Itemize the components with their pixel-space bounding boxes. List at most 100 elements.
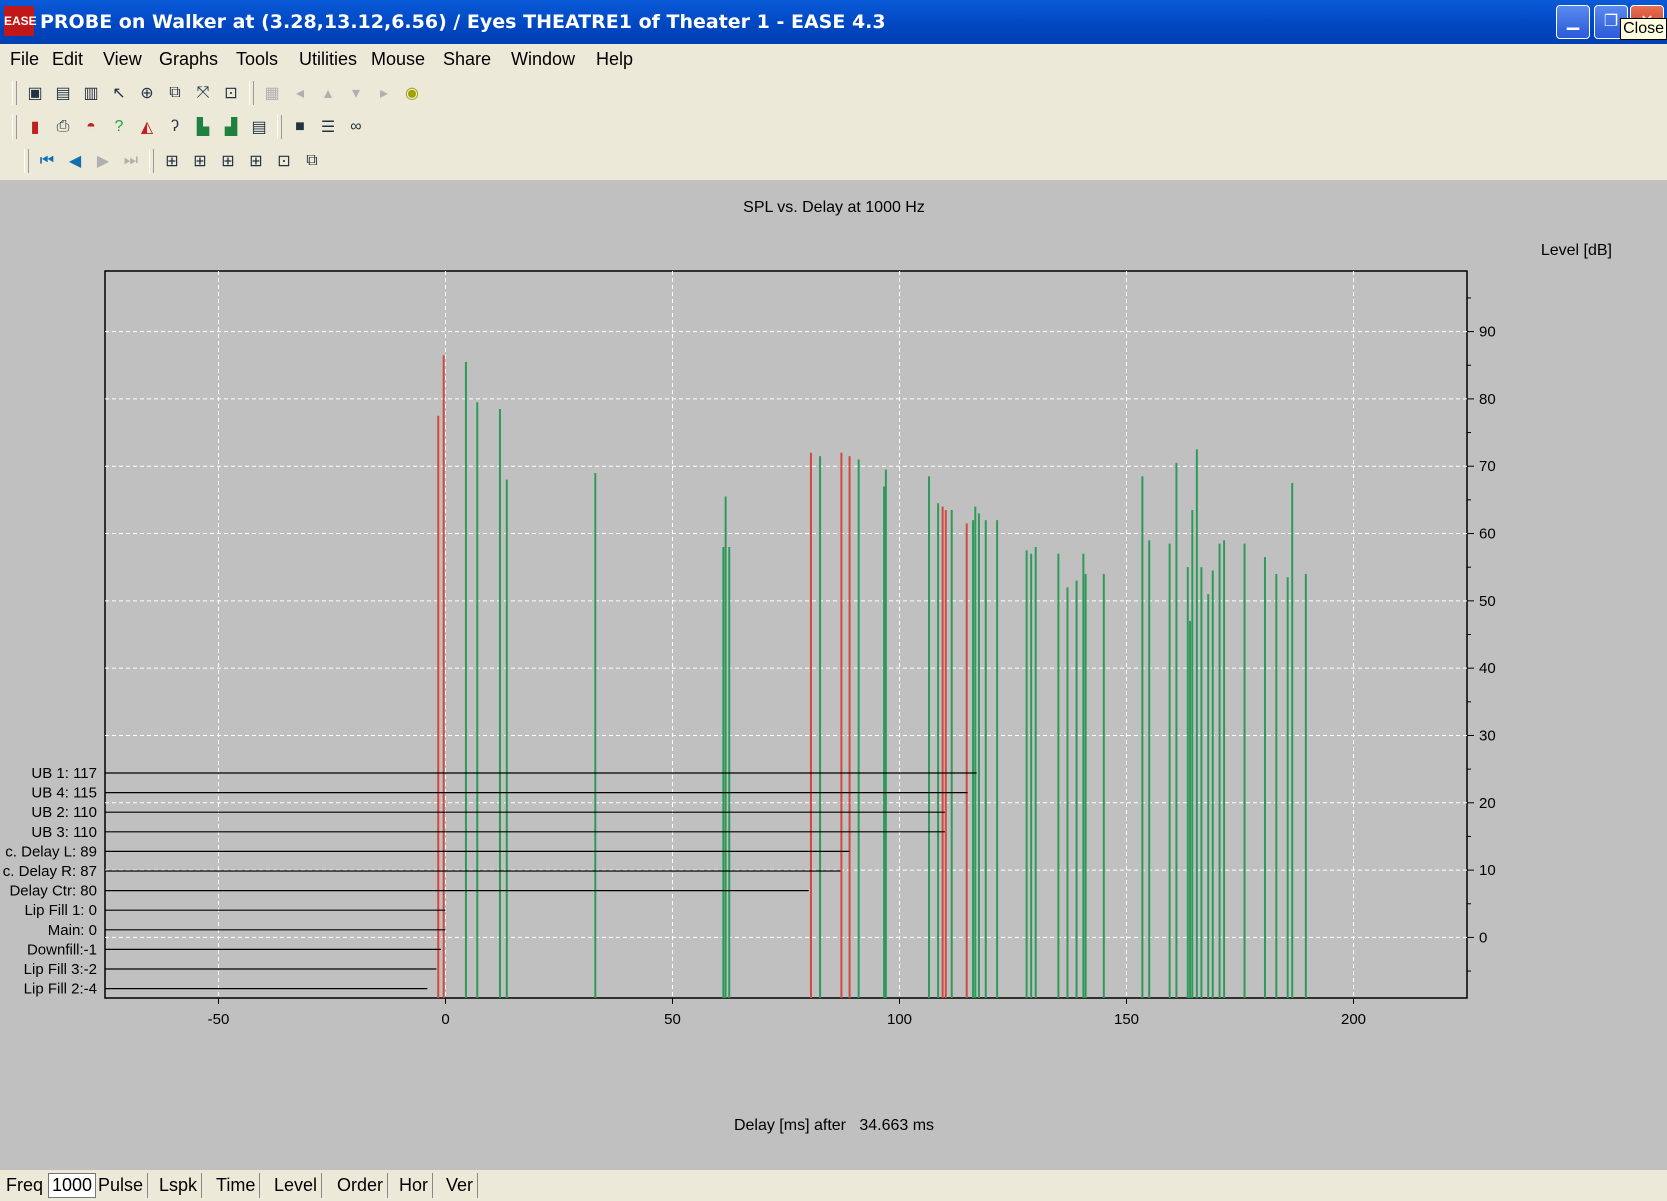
forward-icon[interactable]: ▶ (92, 150, 114, 172)
tile-2-icon[interactable]: ⊞ (189, 150, 211, 172)
grid-disabled-icon[interactable]: ▦ (261, 82, 283, 104)
target-icon[interactable]: ◉ (401, 82, 423, 104)
menu-bar: File Edit View Graphs Tools Utilities Mo… (0, 44, 1667, 74)
y-tick-label: 10 (1479, 862, 1496, 879)
first-icon[interactable]: ⏮ (36, 150, 58, 172)
source-label: Lip Fill 2:-4 (24, 981, 97, 998)
y-tick-label: 80 (1479, 391, 1496, 408)
crosshair-icon[interactable]: ⊕ (136, 82, 158, 104)
window-title: PROBE on Walker at (3.28,13.12,6.56) / E… (40, 11, 886, 33)
infinity-icon[interactable]: ∞ (345, 116, 367, 138)
menu-window[interactable]: Window (511, 44, 575, 74)
toolbar-row-1: ▣ ▤ ▥ ↖ ⊕ ⧉ ⤧ ⊡ ▦ ◂ ▴ ▾ ▸ ◉ (8, 78, 426, 108)
menu-help[interactable]: Help (596, 44, 633, 74)
last-icon[interactable]: ⏭ (120, 150, 142, 172)
pointer-icon[interactable]: ↖ (108, 82, 130, 104)
toolbar-grip[interactable] (24, 149, 29, 173)
copy-icon[interactable]: ⧉ (164, 82, 186, 104)
toolbar-row-2: ▮ ⎙ ◓? ◭ ʔ ▙ ▟ ▤ ■ ☰ ∞ (8, 112, 370, 142)
down-disabled-icon[interactable]: ▾ (345, 82, 367, 104)
toolbar-grip[interactable] (12, 81, 17, 105)
cap-icon[interactable]: ◓ (80, 116, 102, 138)
menu-share[interactable]: Share (443, 44, 491, 74)
graph-window: SPL vs. Delay at 1000 Hz Level [dB] Dela… (0, 180, 1667, 1170)
source-label: UB 1: 117 (31, 765, 97, 782)
tab-time[interactable]: Time (212, 1173, 261, 1198)
ease-app-icon[interactable]: EASE (4, 6, 37, 36)
zoom-out-icon[interactable]: ⤧ (192, 82, 214, 104)
y-tick-label: 60 (1479, 526, 1496, 543)
menu-view[interactable]: View (103, 44, 142, 74)
menu-utilities[interactable]: Utilities (299, 44, 357, 74)
left-disabled-icon[interactable]: ◂ (289, 82, 311, 104)
x-tick-label: 100 (887, 1011, 912, 1028)
tab-hor[interactable]: Hor (395, 1173, 434, 1198)
question-icon[interactable]: ? (108, 116, 130, 138)
settings-icon[interactable]: ☰ (317, 116, 339, 138)
toolbar-separator (249, 81, 254, 105)
toolbar-area: ▣ ▤ ▥ ↖ ⊕ ⧉ ⤧ ⊡ ▦ ◂ ▴ ▾ ▸ ◉ ▮ ⎙ ◓? ◭ ʔ ▙ ▟ ▤ ■ ☰ ∞ ⏮ ◀ ▶ ⏭ ⊞ ⊞ ⊞ ⊞ ⊡ ⧉ (0, 74, 1667, 180)
bar-chart-icon[interactable]: ▙ (192, 116, 214, 138)
toolbar-grip[interactable] (12, 115, 17, 139)
save-icon[interactable]: ■ (289, 116, 311, 138)
source-label: Downfill:-1 (27, 941, 97, 958)
zoom-fit-icon[interactable]: ⊡ (220, 82, 242, 104)
y-tick-label: 30 (1479, 727, 1496, 744)
report-icon[interactable]: ▤ (248, 116, 270, 138)
menu-file[interactable]: File (10, 44, 39, 74)
status-bar: Freq 1000 Pulse Lspk Time Level Order Ho… (0, 1170, 1667, 1201)
toolbar-row-3: ⏮ ◀ ▶ ⏭ ⊞ ⊞ ⊞ ⊞ ⊡ ⧉ (20, 146, 326, 176)
x-tick-label: 0 (441, 1011, 449, 1028)
menu-edit[interactable]: Edit (52, 44, 83, 74)
up-disabled-icon[interactable]: ▴ (317, 82, 339, 104)
source-label: Main: 0 (48, 922, 97, 939)
tab-order[interactable]: Order (333, 1173, 389, 1198)
tile-6-icon[interactable]: ⧉ (301, 150, 323, 172)
tile-4-icon[interactable]: ⊞ (245, 150, 267, 172)
menu-tools[interactable]: Tools (236, 44, 278, 74)
x-tick-label: 50 (664, 1011, 681, 1028)
tile-3-icon[interactable]: ⊞ (217, 150, 239, 172)
tile-1-icon[interactable]: ⊞ (161, 150, 183, 172)
back-icon[interactable]: ◀ (64, 150, 86, 172)
y-tick-label: 0 (1479, 929, 1487, 946)
x-tick-label: -50 (208, 1011, 230, 1028)
y-tick-label: 70 (1479, 458, 1496, 475)
y-tick-label: 40 (1479, 660, 1496, 677)
menu-mouse[interactable]: Mouse (371, 44, 425, 74)
histogram-icon[interactable]: ▮ (24, 116, 46, 138)
freq-label: Freq (6, 1175, 44, 1195)
y-tick-label: 50 (1479, 593, 1496, 610)
source-label: c. Delay R: 87 (3, 863, 97, 880)
ear-icon[interactable]: ʔ (164, 116, 186, 138)
etc-chart-icon[interactable]: ▟ (220, 116, 242, 138)
y-tick-label: 90 (1479, 324, 1496, 341)
chart-title: SPL vs. Delay at 1000 Hz (743, 199, 925, 216)
plot-frame (104, 270, 1468, 999)
tab-lspk[interactable]: Lspk (155, 1173, 203, 1198)
spl-delay-chart[interactable]: SPL vs. Delay at 1000 Hz Level [dB] Dela… (0, 180, 1667, 1170)
menu-graphs[interactable]: Graphs (159, 44, 218, 74)
close-tooltip: Close (1620, 18, 1667, 40)
window-b-icon[interactable]: ▤ (52, 82, 74, 104)
print-icon[interactable]: ⎙ (52, 116, 74, 138)
source-label: Lip Fill 1: 0 (24, 902, 97, 919)
window-c-icon[interactable]: ▥ (80, 82, 102, 104)
x-axis-label: Delay [ms] after 34.663 ms (734, 1117, 934, 1134)
freq-value[interactable]: 1000 (48, 1173, 97, 1198)
right-disabled-icon[interactable]: ▸ (373, 82, 395, 104)
tile-5-icon[interactable]: ⊡ (273, 150, 295, 172)
minimize-button[interactable]: ▁ (1556, 5, 1590, 39)
source-label: UB 4: 115 (31, 785, 97, 802)
tab-level[interactable]: Level (270, 1173, 323, 1198)
tab-ver[interactable]: Ver (442, 1173, 479, 1198)
area-chart-icon[interactable]: ◭ (136, 116, 158, 138)
title-bar: EASE PROBE on Walker at (3.28,13.12,6.56… (0, 0, 1667, 44)
source-label: c. Delay L: 89 (5, 843, 97, 860)
x-tick-label: 150 (1114, 1011, 1139, 1028)
source-label: Delay Ctr: 80 (9, 883, 97, 900)
source-label: UB 3: 110 (31, 824, 97, 841)
tab-pulse[interactable]: Pulse (94, 1173, 149, 1198)
toolbar-separator (149, 149, 154, 173)
window-a-icon[interactable]: ▣ (24, 82, 46, 104)
